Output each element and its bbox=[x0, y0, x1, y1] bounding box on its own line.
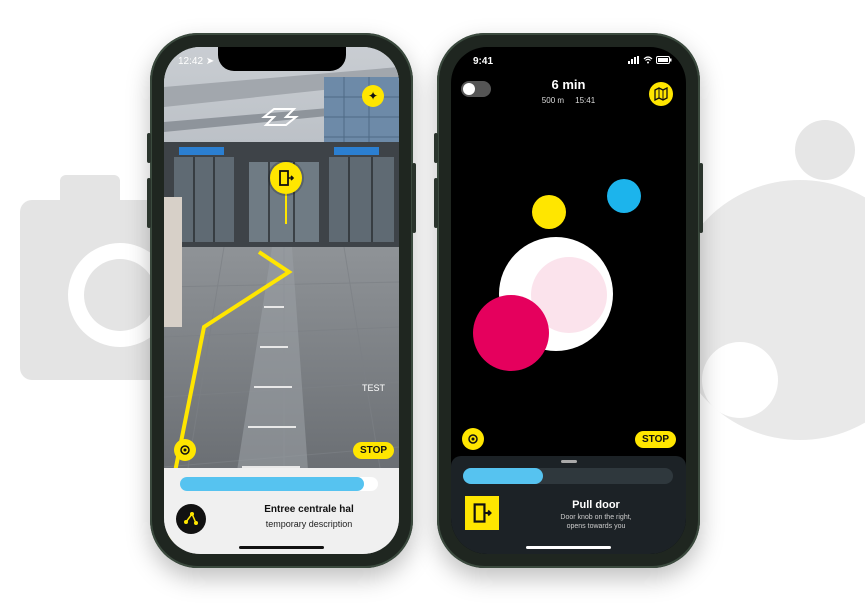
location-arrow-icon: ➤ bbox=[205, 56, 215, 67]
sheet-grabber[interactable] bbox=[561, 460, 577, 463]
recenter-button[interactable] bbox=[462, 428, 484, 450]
route-icon bbox=[184, 512, 198, 525]
progress-fill bbox=[463, 468, 543, 484]
notch bbox=[504, 47, 633, 71]
stop-button[interactable]: STOP bbox=[635, 431, 677, 448]
door-exit-icon bbox=[279, 170, 295, 186]
instruction-line-2: opens towards you bbox=[566, 523, 626, 530]
bottom-sheet: Entree centrale hal temporary descriptio… bbox=[164, 468, 399, 554]
marker-line bbox=[285, 194, 287, 224]
door-marker[interactable] bbox=[270, 162, 302, 194]
wifi-icon bbox=[643, 56, 653, 64]
battery-icon bbox=[656, 56, 672, 64]
left-screen: 12:42 ➤ ✦ TEST STOP Entree centrale hal … bbox=[164, 47, 399, 554]
home-indicator bbox=[526, 546, 611, 549]
signal-icon bbox=[628, 56, 639, 64]
blue-circle bbox=[607, 179, 641, 213]
crosshair-icon bbox=[468, 434, 478, 444]
progress-fill bbox=[180, 477, 365, 491]
map-button[interactable] bbox=[649, 82, 673, 106]
crosshair-icon bbox=[180, 445, 190, 455]
instruction-title: Pull door bbox=[572, 499, 620, 511]
status-icons bbox=[628, 56, 672, 64]
route-button[interactable] bbox=[176, 504, 206, 534]
progress-track bbox=[180, 477, 378, 491]
map-icon bbox=[654, 87, 668, 101]
home-indicator bbox=[239, 546, 324, 549]
right-screen: 9:41 6 min 500 m 15:41 STOP Pull door Do… bbox=[451, 47, 686, 554]
notch bbox=[217, 47, 346, 71]
bottom-sheet: Pull door Door knob on the right, opens … bbox=[451, 456, 686, 554]
door-instruction-icon-box bbox=[465, 496, 499, 530]
pink-circle bbox=[473, 295, 549, 371]
yellow-circle bbox=[532, 195, 566, 229]
test-label: TEST bbox=[362, 383, 386, 393]
rocket-icon: ✦ bbox=[367, 89, 379, 103]
recenter-button[interactable] bbox=[174, 439, 196, 461]
destination-description: temporary description bbox=[265, 519, 353, 529]
instruction-line-1: Door knob on the right, bbox=[560, 514, 632, 521]
stop-button[interactable]: STOP bbox=[353, 442, 395, 459]
status-time: 9:41 bbox=[473, 56, 494, 67]
rocket-button[interactable]: ✦ bbox=[362, 85, 384, 107]
background-decoration bbox=[20, 120, 865, 440]
destination-title: Entree centrale hal bbox=[264, 504, 354, 515]
door-exit-icon bbox=[473, 503, 492, 523]
left-phone: 12:42 ➤ ✦ TEST STOP Entree centrale hal … bbox=[147, 33, 416, 568]
progress-track bbox=[463, 468, 673, 484]
status-time: 12:42 ➤ bbox=[178, 56, 215, 67]
right-phone: 9:41 6 min 500 m 15:41 STOP Pull door Do… bbox=[434, 33, 703, 568]
